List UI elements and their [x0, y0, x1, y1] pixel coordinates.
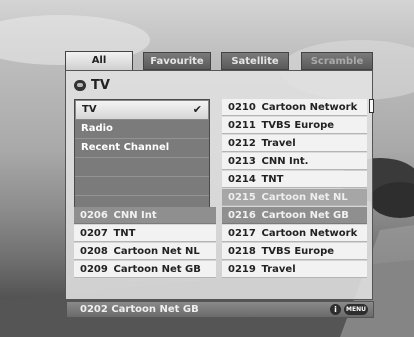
channel-row[interactable]: 0219 Travel — [222, 261, 367, 278]
current-channel: 0202 Cartoon Net GB — [80, 304, 199, 315]
check-icon: ✔ — [192, 103, 202, 116]
channel-name: Cartoon Net NL — [113, 246, 200, 257]
channel-number: 0207 — [80, 228, 108, 239]
status-bar: 0202 Cartoon Net GB i MENU — [66, 301, 374, 318]
channel-name: Travel — [261, 264, 296, 275]
channel-row[interactable]: 0213 CNN Int. — [222, 153, 367, 170]
channel-number: 0208 — [80, 246, 108, 257]
channel-name: TVBS Europe — [261, 246, 335, 257]
group-item-tv[interactable]: TV ✔ — [75, 100, 209, 120]
channel-number: 0210 — [228, 102, 256, 113]
channel-row[interactable]: 0208 Cartoon Net NL — [74, 243, 216, 260]
tab-all[interactable]: All — [65, 51, 133, 71]
channel-name: TVBS Europe — [261, 120, 335, 131]
channel-number: 0217 — [228, 228, 256, 239]
menu-icon[interactable]: MENU — [344, 304, 368, 315]
channel-name: Travel — [261, 138, 296, 149]
channel-name: Cartoon Network — [261, 102, 358, 113]
channel-row[interactable]: 0210 Cartoon Network — [222, 99, 367, 116]
channel-number: 0218 — [228, 246, 256, 257]
channel-number: 0211 — [228, 120, 256, 131]
channel-number: 0209 — [80, 264, 108, 275]
channel-name: Cartoon Net NL — [261, 192, 348, 203]
channel-row[interactable]: 0211 TVBS Europe — [222, 117, 367, 134]
group-label: Radio — [81, 123, 113, 134]
channel-number: 0216 — [228, 210, 256, 221]
group-list: TV ✔ Radio Recent Channel — [74, 99, 210, 215]
tv-icon — [74, 79, 86, 91]
channel-row[interactable]: 0214 TNT — [222, 171, 367, 188]
page-title: TV — [91, 77, 110, 93]
channel-number: 0214 — [228, 174, 256, 185]
channel-name: Cartoon Net GB — [261, 210, 349, 221]
tv-screen: All Favourite Satellite Scramble TV TV ✔… — [0, 0, 414, 337]
channel-row[interactable]: 0215 Cartoon Net NL — [222, 189, 367, 206]
channel-name: TNT — [113, 228, 136, 239]
channel-number: 0213 — [228, 156, 256, 167]
channel-list-panel: All Favourite Satellite Scramble TV TV ✔… — [65, 51, 374, 318]
group-label: Recent Channel — [81, 142, 170, 153]
tab-scramble[interactable]: Scramble — [301, 52, 373, 70]
channel-name: CNN Int. — [261, 156, 309, 167]
channel-name: CNN Int — [113, 210, 157, 221]
title-bar: TV — [74, 74, 110, 96]
channel-number: 0206 — [80, 210, 108, 221]
info-icon[interactable]: i — [330, 304, 341, 315]
channel-name: Cartoon Net GB — [113, 264, 201, 275]
channel-number: 0219 — [228, 264, 256, 275]
channel-row[interactable]: 0218 TVBS Europe — [222, 243, 367, 260]
tab-satellite[interactable]: Satellite — [221, 52, 289, 70]
channel-row[interactable]: 0207 TNT — [74, 225, 216, 242]
channel-row[interactable]: 0216 Cartoon Net GB — [222, 207, 367, 224]
channel-row[interactable]: 0209 Cartoon Net GB — [74, 261, 216, 278]
channel-name: TNT — [261, 174, 284, 185]
channel-row[interactable]: 0212 Travel — [222, 135, 367, 152]
group-item-radio[interactable]: Radio — [75, 120, 209, 139]
panel-body: TV TV ✔ Radio Recent Channel 0210 Cartoo… — [65, 70, 374, 318]
group-label: TV — [82, 104, 97, 115]
channel-row[interactable]: 0217 Cartoon Network — [222, 225, 367, 242]
channel-name: Cartoon Network — [261, 228, 358, 239]
group-item-empty — [75, 177, 209, 196]
channel-number: 0212 — [228, 138, 256, 149]
channel-row[interactable]: 0206 CNN Int — [74, 207, 216, 224]
tab-favourite[interactable]: Favourite — [143, 52, 211, 70]
group-item-recent-channel[interactable]: Recent Channel — [75, 139, 209, 158]
scrollbar[interactable] — [369, 99, 374, 113]
channel-number: 0215 — [228, 192, 256, 203]
group-item-empty — [75, 158, 209, 177]
